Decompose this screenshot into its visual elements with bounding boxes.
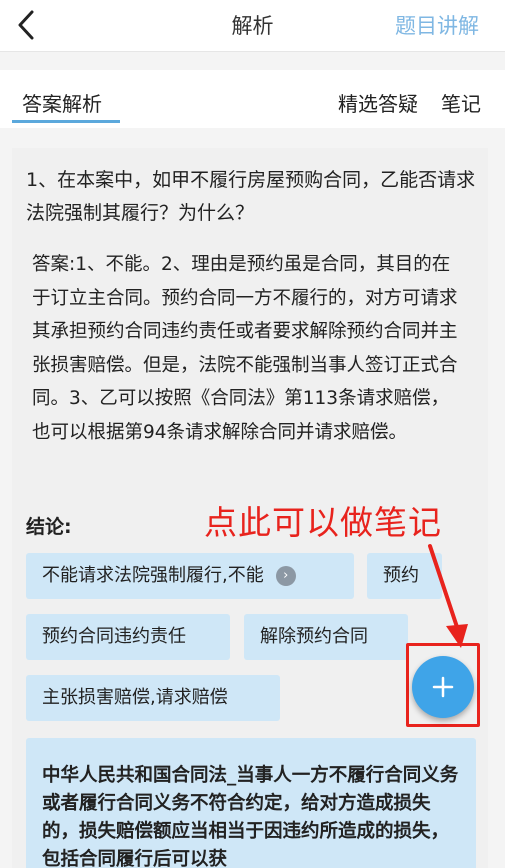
conclusion-chip[interactable]: 不能请求法院强制履行,不能 › xyxy=(26,553,354,599)
chevron-left-icon xyxy=(18,10,34,40)
tab-active-indicator xyxy=(12,120,120,123)
conclusion-chip[interactable]: 预约合同违约责任 xyxy=(26,614,230,660)
tab-answer-analysis[interactable]: 答案解析 xyxy=(22,88,102,117)
question-text: 1、在本案中，如甲不履行房屋预购合同，乙能否请求法院强制其履行？为什么？ xyxy=(26,169,476,224)
plus-icon xyxy=(432,676,454,698)
conclusion-label: 结论: xyxy=(26,516,72,538)
chip-label: 解除预约合同 xyxy=(260,626,368,647)
annotation-text: 点此可以做笔记 xyxy=(204,503,442,542)
law-reference-text: 中华人民共和国合同法_当事人一方不履行合同义务或者履行合同义务不符合约定，给对方… xyxy=(42,765,459,868)
answer-text: 答案:1、不能。2、理由是预约虽是合同，其目的在于订立主合同。预约合同一方不履行… xyxy=(32,254,458,443)
tab-bar: 答案解析 精选答疑 笔记 xyxy=(0,70,505,128)
tab-selected-questions[interactable]: 精选答疑 xyxy=(338,88,418,117)
video-explanation-button[interactable]: 题目讲解 xyxy=(395,10,479,40)
conclusion-chip[interactable]: 主张损害赔偿,请求赔偿 xyxy=(26,675,280,721)
chevron-right-circle-icon: › xyxy=(275,566,296,586)
top-nav-bar: 解析 题目讲解 xyxy=(0,0,505,52)
law-reference-card[interactable]: 中华人民共和国合同法_当事人一方不履行合同义务或者履行合同义务不符合约定，给对方… xyxy=(26,738,476,868)
chip-label: 预约合同违约责任 xyxy=(42,626,186,647)
add-note-button[interactable] xyxy=(412,656,474,718)
back-button[interactable] xyxy=(10,8,44,42)
chip-label: 不能请求法院强制履行,不能 xyxy=(42,565,264,586)
chip-label: 主张损害赔偿,请求赔偿 xyxy=(42,687,228,708)
tab-notes[interactable]: 笔记 xyxy=(441,88,481,117)
conclusion-chip[interactable]: 解除预约合同 xyxy=(244,614,408,660)
annotation-arrow-icon xyxy=(428,544,468,648)
chip-label: 预约 xyxy=(383,565,419,586)
